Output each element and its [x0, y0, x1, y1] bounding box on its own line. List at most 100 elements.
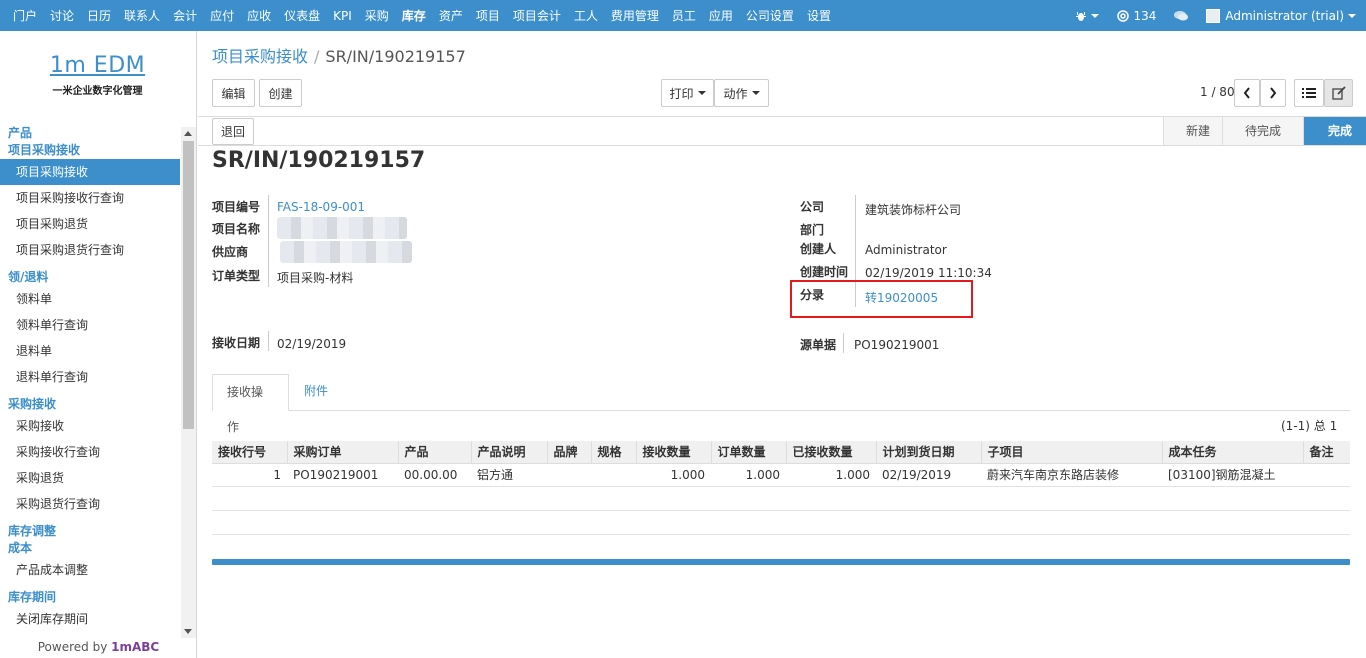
- action-dropdown[interactable]: 动作: [714, 79, 769, 107]
- sidebar-group-material[interactable]: 领/退料: [0, 269, 180, 286]
- menu-settings[interactable]: 设置: [807, 7, 831, 24]
- return-button[interactable]: 退回: [212, 118, 254, 145]
- col-subproject[interactable]: 子项目: [980, 441, 1162, 464]
- menu-project-accounting[interactable]: 项目会计: [513, 7, 561, 24]
- label-creator: 创建人: [800, 242, 837, 256]
- pager-next-button[interactable]: [1260, 79, 1286, 107]
- messages-counter[interactable]: 134: [1117, 9, 1156, 23]
- app-logo[interactable]: 1m EDM 一米企业数字化管理: [0, 53, 195, 97]
- cell-cost-task: [03100]钢筋混凝土: [1162, 463, 1303, 487]
- menu-accounting[interactable]: 会计: [173, 7, 197, 24]
- menu-dashboard[interactable]: 仪表盘: [284, 7, 320, 24]
- col-cost-task[interactable]: 成本任务: [1161, 441, 1303, 464]
- list-view-button[interactable]: [1294, 79, 1324, 107]
- chat-button[interactable]: [1174, 10, 1189, 22]
- sidebar-group-inventory-period[interactable]: 库存期间: [0, 589, 180, 606]
- sidebar-item-purchase-receipt-lines[interactable]: 采购接收行查询: [0, 439, 180, 465]
- scroll-up-icon[interactable]: [184, 131, 192, 136]
- col-order-qty[interactable]: 订单数量: [710, 441, 786, 464]
- menu-portal[interactable]: 门户: [13, 7, 37, 24]
- cell-subproject: 蔚来汽车南京东路店装修: [981, 463, 1162, 487]
- col-planned-date[interactable]: 计划到货日期: [875, 441, 981, 464]
- sidebar-item-project-receipt[interactable]: 项目采购接收: [0, 159, 180, 185]
- menu-purchase[interactable]: 采购: [365, 7, 389, 24]
- sidebar: 1m EDM 一米企业数字化管理 产品 项目采购接收 项目采购接收 项目采购接收…: [0, 31, 197, 658]
- sidebar-group-project-receipt[interactable]: 项目采购接收: [0, 142, 180, 159]
- print-dropdown[interactable]: 打印: [661, 79, 714, 107]
- sidebar-item-material-return[interactable]: 退料单: [0, 338, 180, 364]
- cell-notes: [1303, 463, 1350, 487]
- powered-brand[interactable]: 1mABC: [111, 640, 159, 654]
- top-right-tools: 134 Administrator (trial): [1057, 0, 1356, 31]
- menu-kpi[interactable]: KPI: [333, 9, 352, 23]
- menu-workers[interactable]: 工人: [574, 7, 598, 24]
- menu-company-settings[interactable]: 公司设置: [746, 7, 794, 24]
- menu-apps[interactable]: 应用: [709, 7, 733, 24]
- sidebar-menu: 产品 项目采购接收 项目采购接收 项目采购接收行查询 项目采购退货 项目采购退货…: [0, 125, 180, 635]
- scrollbar-thumb[interactable]: [183, 141, 194, 429]
- project-no-link[interactable]: FAS-18-09-001: [277, 200, 365, 214]
- form-view-button[interactable]: [1324, 79, 1353, 107]
- entry-highlight-box: [790, 280, 973, 318]
- sidebar-scrollbar[interactable]: [181, 127, 196, 638]
- sidebar-item-material-return-lines[interactable]: 退料单行查询: [0, 364, 180, 390]
- scroll-down-icon[interactable]: [184, 629, 192, 634]
- col-received-qty[interactable]: 已接收数量: [785, 441, 876, 464]
- menu-discuss[interactable]: 讨论: [50, 7, 74, 24]
- menu-employees[interactable]: 员工: [672, 7, 696, 24]
- cell-received-qty: 1.000: [786, 463, 876, 487]
- col-receive-qty[interactable]: 接收数量: [635, 441, 711, 464]
- pager-previous-button[interactable]: [1234, 79, 1260, 107]
- menu-receivable[interactable]: 应收: [247, 7, 271, 24]
- breadcrumb-current: SR/IN/190219157: [325, 47, 466, 66]
- sidebar-item-purchase-receipt[interactable]: 采购接收: [0, 413, 180, 439]
- menu-expenses[interactable]: 费用管理: [611, 7, 659, 24]
- menu-assets[interactable]: 资产: [439, 7, 463, 24]
- sidebar-item-close-period[interactable]: 关闭库存期间: [0, 606, 180, 632]
- col-product-desc[interactable]: 产品说明: [470, 441, 547, 464]
- menu-project[interactable]: 项目: [476, 7, 500, 24]
- col-line-no[interactable]: 接收行号: [212, 441, 287, 464]
- sidebar-group-cost[interactable]: 成本: [0, 540, 180, 557]
- company-value: 建筑装饰标杆公司: [865, 203, 962, 217]
- sidebar-item-cost-adjust[interactable]: 产品成本调整: [0, 557, 180, 583]
- table-row[interactable]: 1 PO190219001 00.00.00 铝方通 1.000 1.000 1…: [212, 463, 1350, 487]
- sidebar-group-purchase-receipt[interactable]: 采购接收: [0, 396, 180, 413]
- status-step-new[interactable]: 新建: [1162, 117, 1222, 145]
- sidebar-group-products[interactable]: 产品: [0, 125, 180, 142]
- tab-receive-operations[interactable]: 接收操作: [212, 374, 289, 434]
- powered-prefix: Powered by: [37, 640, 108, 654]
- col-spec[interactable]: 规格: [590, 441, 636, 464]
- status-step-done[interactable]: 完成: [1302, 117, 1366, 145]
- label-project-no: 项目编号: [212, 200, 261, 214]
- tab-attachments[interactable]: 附件: [290, 374, 342, 411]
- sidebar-group-inventory-adjust[interactable]: 库存调整: [0, 523, 180, 540]
- sidebar-item-project-receipt-lines[interactable]: 项目采购接收行查询: [0, 185, 180, 211]
- user-menu[interactable]: Administrator (trial): [1206, 8, 1356, 23]
- edit-button[interactable]: 编辑: [212, 79, 255, 107]
- sidebar-item-requisition[interactable]: 领料单: [0, 286, 180, 312]
- menu-payable[interactable]: 应付: [210, 7, 234, 24]
- sidebar-item-project-return[interactable]: 项目采购退货: [0, 211, 180, 237]
- col-brand[interactable]: 品牌: [546, 441, 591, 464]
- sidebar-item-purchase-return[interactable]: 采购退货: [0, 465, 180, 491]
- breadcrumb-parent[interactable]: 项目采购接收: [212, 47, 308, 66]
- record-count: (1-1) 总 1: [1281, 419, 1338, 433]
- create-button[interactable]: 创建: [259, 79, 302, 107]
- col-product[interactable]: 产品: [397, 441, 471, 464]
- sidebar-item-requisition-lines[interactable]: 领料单行查询: [0, 312, 180, 338]
- label-source-doc: 源单据: [800, 338, 837, 352]
- label-department: 部门: [800, 223, 825, 237]
- col-po[interactable]: 采购订单: [286, 441, 398, 464]
- receipt-lines-table: 接收行号 采购订单 产品 产品说明 品牌 规格 接收数量 订单数量 已接收数量 …: [212, 441, 1350, 535]
- menu-contacts[interactable]: 联系人: [124, 7, 160, 24]
- status-step-pending[interactable]: 待完成: [1221, 117, 1303, 145]
- sidebar-item-project-return-lines[interactable]: 项目采购退货行查询: [0, 237, 180, 263]
- sidebar-item-purchase-return-lines[interactable]: 采购退货行查询: [0, 491, 180, 517]
- cell-brand: [547, 463, 591, 487]
- menu-inventory[interactable]: 库存: [402, 7, 426, 24]
- pager-value[interactable]: 1 / 80: [1200, 85, 1235, 99]
- col-notes[interactable]: 备注: [1302, 441, 1350, 464]
- debug-menu[interactable]: [1075, 10, 1100, 22]
- menu-calendar[interactable]: 日历: [87, 7, 111, 24]
